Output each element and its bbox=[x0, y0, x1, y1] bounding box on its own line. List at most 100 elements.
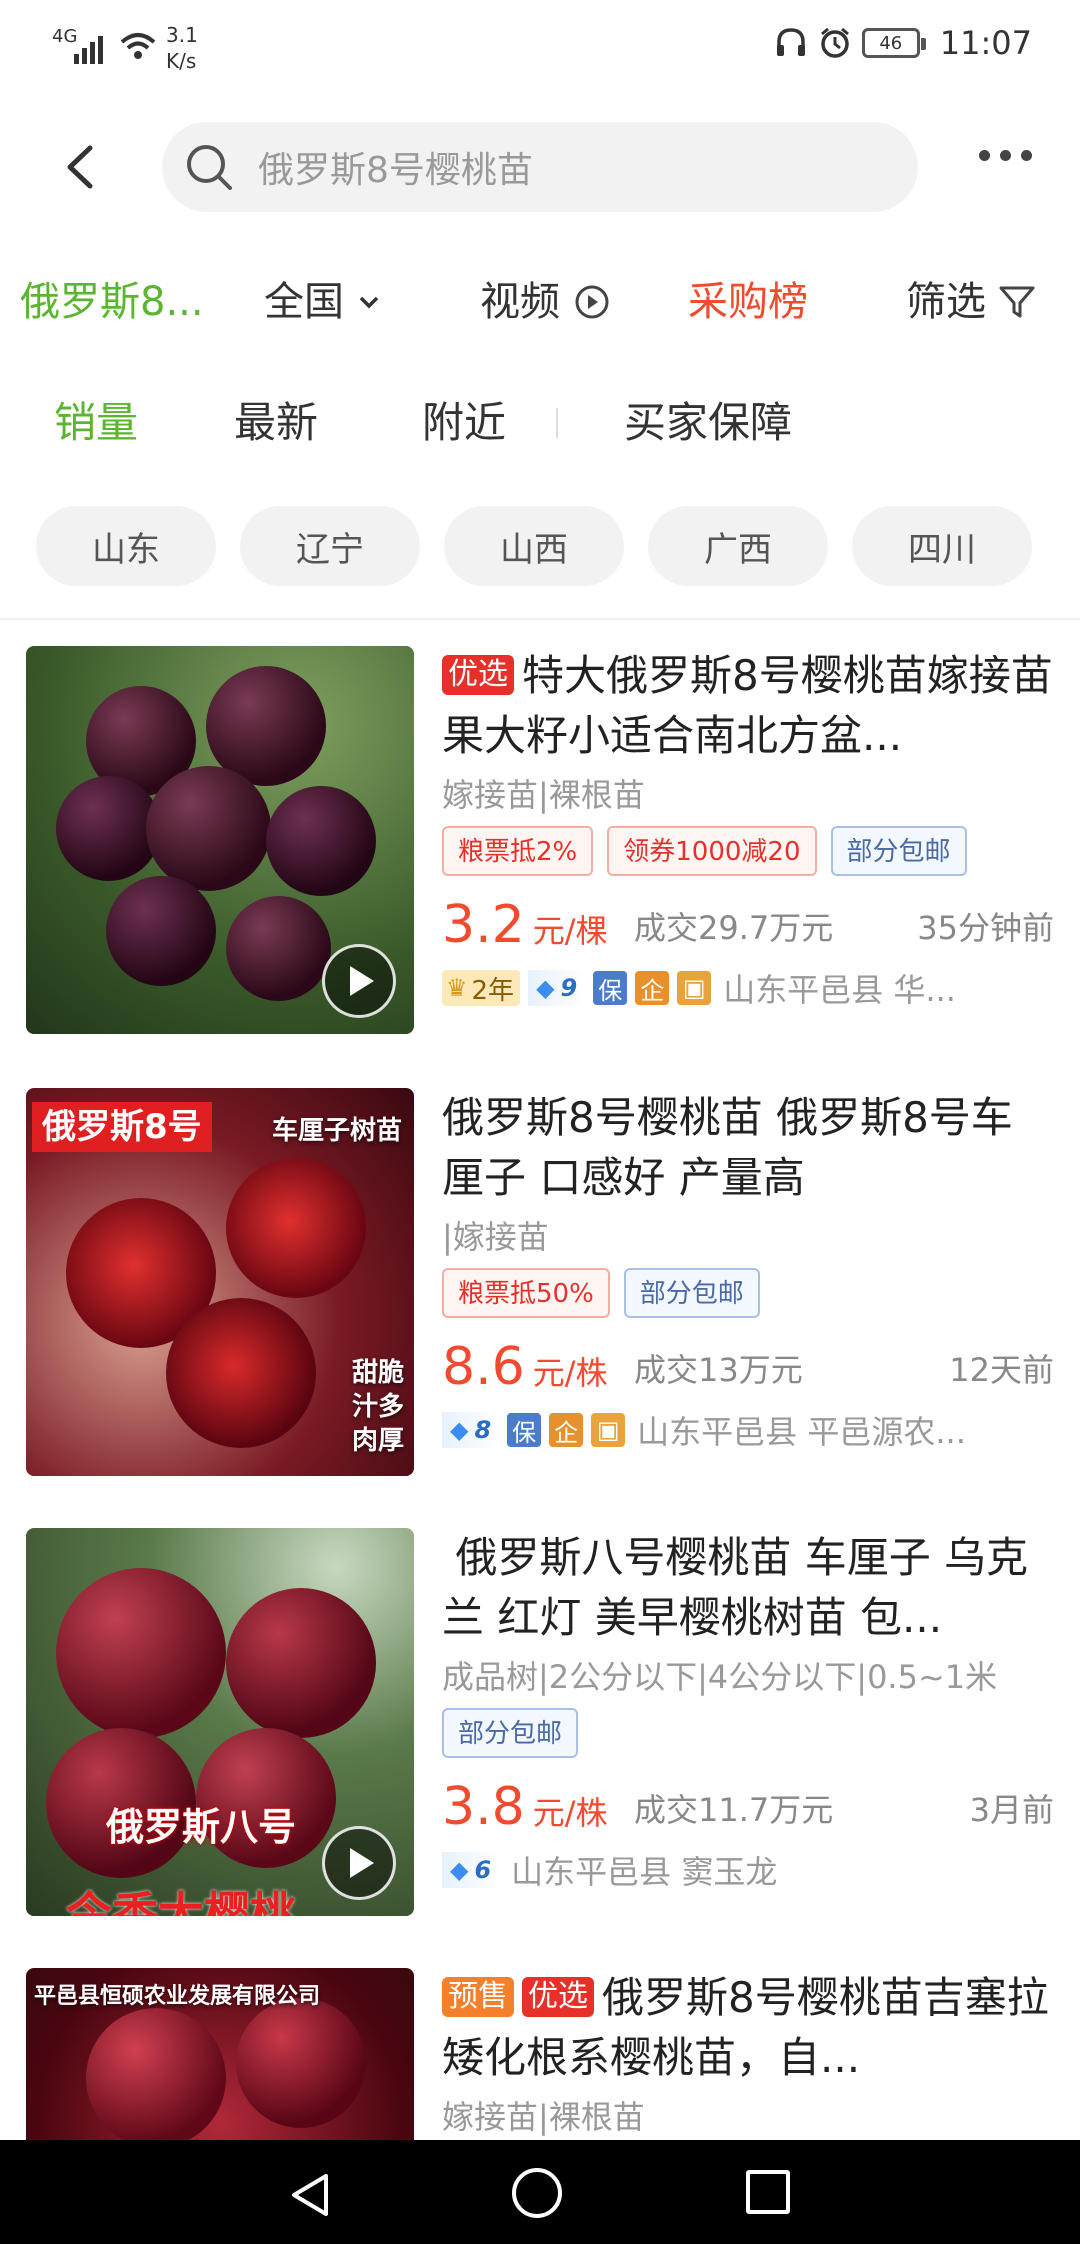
product-title: 优选 特大俄罗斯8号樱桃苗嫁接苗果大籽小适合南北方盆... bbox=[442, 646, 1054, 766]
system-nav-bar bbox=[0, 2140, 1080, 2244]
promo-badges: 部分包邮 bbox=[442, 1708, 1054, 1760]
product-spec: 嫁接苗|裸根苗 bbox=[442, 2098, 645, 2136]
product-image[interactable]: 俄罗斯八号 今香大樱桃 bbox=[26, 1528, 414, 1916]
diamond-icon: ◆ bbox=[536, 974, 555, 1002]
filter-screen[interactable]: 筛选 bbox=[906, 270, 1038, 334]
time-ago: 3月前 bbox=[969, 1791, 1054, 1829]
search-icon bbox=[187, 145, 232, 190]
guarantee-icon: 保 bbox=[507, 1413, 542, 1447]
time-ago: 12天前 bbox=[949, 1351, 1054, 1389]
nav-recents-button[interactable] bbox=[746, 2170, 790, 2214]
province-chip[interactable]: 山西 bbox=[444, 506, 624, 586]
wifi-icon bbox=[120, 33, 156, 59]
back-button[interactable] bbox=[48, 132, 118, 202]
tag-presale: 预售 bbox=[442, 1977, 514, 2017]
filter-purchase-rank[interactable]: 采购榜 bbox=[688, 270, 808, 334]
province-chips: 山东 辽宁 山西 广西 四川 bbox=[36, 506, 1032, 586]
enterprise-icon: 企 bbox=[635, 971, 670, 1005]
province-chip[interactable]: 广西 bbox=[648, 506, 828, 586]
play-video-button[interactable] bbox=[322, 944, 396, 1018]
diamond-level-badge: ◆ 8 bbox=[442, 1412, 500, 1448]
coupon-badge[interactable]: 领券1000减20 bbox=[607, 826, 817, 876]
chevron-down-icon bbox=[359, 296, 379, 309]
sort-tab-newest[interactable]: 最新 bbox=[234, 390, 318, 456]
diamond-level-badge: ◆ 9 bbox=[528, 970, 586, 1006]
promo-badges: 粮票抵50% 部分包邮 bbox=[442, 1268, 1054, 1320]
shipping-badge: 部分包邮 bbox=[623, 1268, 760, 1318]
net-speed-unit: K/s bbox=[166, 49, 197, 73]
price-unit: 元/株 bbox=[532, 1354, 608, 1392]
image-label: 俄罗斯八号 bbox=[106, 1805, 297, 1849]
more-button[interactable] bbox=[979, 150, 1032, 161]
id-verified-icon: ▣ bbox=[677, 971, 712, 1005]
province-chip[interactable]: 山东 bbox=[36, 506, 216, 586]
guarantee-icon: 保 bbox=[593, 971, 628, 1005]
price-row: 3.2 元/棵 成交29.7万元 35分钟前 bbox=[442, 890, 1054, 960]
funnel-icon bbox=[999, 286, 1035, 318]
net-speed: 3.1 K/s bbox=[166, 22, 198, 74]
nav-home-button[interactable] bbox=[512, 2168, 562, 2218]
province-chip[interactable]: 四川 bbox=[852, 506, 1032, 586]
seller-location: 山东平邑县 平邑源农... bbox=[637, 1413, 966, 1451]
clock: 11:07 bbox=[939, 24, 1032, 62]
product-spec: 成品树|2公分以下|4公分以下|0.5~1米 bbox=[442, 1658, 998, 1696]
filter-screen-label: 筛选 bbox=[906, 279, 986, 325]
price: 3.2 元/棵 bbox=[442, 890, 608, 966]
sort-tab-nearby[interactable]: 附近 bbox=[422, 390, 506, 456]
play-circle-icon bbox=[575, 285, 609, 319]
sort-tab-buyer-guarantee[interactable]: 买家保障 bbox=[624, 390, 792, 456]
diamond-icon: ◆ bbox=[450, 1416, 469, 1444]
promo-badge: 粮票抵50% bbox=[442, 1268, 610, 1318]
filter-bar: 俄罗斯8... 全国 视频 采购榜 筛选 bbox=[0, 270, 1080, 334]
sort-tabs: 销量 最新 附近 买家保障 bbox=[0, 390, 1080, 456]
price-row: 3.8 元/株 成交11.7万元 3月前 bbox=[442, 1772, 1054, 1842]
divider bbox=[0, 618, 1080, 620]
seller-location: 山东平邑县 华... bbox=[723, 971, 956, 1009]
search-bar[interactable] bbox=[162, 122, 918, 212]
promo-badge: 粮票抵2% bbox=[442, 826, 594, 876]
filter-keyword[interactable]: 俄罗斯8... bbox=[20, 270, 204, 334]
filter-video-label: 视频 bbox=[480, 279, 560, 325]
product-title: 预售 优选 俄罗斯8号樱桃苗吉塞拉矮化根系樱桃苗，自... bbox=[442, 1968, 1054, 2088]
alarm-icon bbox=[820, 27, 849, 58]
battery-icon: 46 bbox=[861, 28, 926, 58]
price-unit: 元/棵 bbox=[532, 912, 608, 950]
filter-video[interactable]: 视频 bbox=[480, 270, 612, 334]
seller-row: ◆ 8 保 企 ▣ 山东平邑县 平邑源农... bbox=[442, 1404, 1054, 1456]
product-image[interactable]: 平邑县恒硕农业发展有限公司 bbox=[26, 1968, 414, 2140]
signal-icon bbox=[74, 32, 103, 64]
product-image[interactable]: 俄罗斯8号 车厘子树苗 甜脆 汁多 肉厚 bbox=[26, 1088, 414, 1476]
tag-preferred: 优选 bbox=[442, 655, 514, 695]
nav-back-button[interactable] bbox=[286, 2170, 336, 2220]
crown-icon: ♛ bbox=[446, 974, 468, 1002]
diamond-level: 6 bbox=[474, 1856, 492, 1884]
product-title: 俄罗斯8号樱桃苗 俄罗斯8号车厘子 口感好 产量高 bbox=[442, 1093, 1013, 1202]
membership-years: 2年 bbox=[471, 975, 515, 1006]
province-chip[interactable]: 辽宁 bbox=[240, 506, 420, 586]
net-speed-value: 3.1 bbox=[166, 23, 198, 47]
search-input[interactable] bbox=[258, 122, 878, 212]
image-label: 车厘子树苗 bbox=[271, 1116, 402, 1146]
id-verified-icon: ▣ bbox=[591, 1413, 626, 1447]
image-label: 俄罗斯8号 bbox=[32, 1102, 212, 1152]
product-card[interactable]: 平邑县恒硕农业发展有限公司 预售 优选 俄罗斯8号樱桃苗吉塞拉矮化根系樱桃苗，自..… bbox=[0, 1968, 1080, 2140]
product-image[interactable] bbox=[26, 646, 414, 1034]
product-card[interactable]: 俄罗斯8号 车厘子树苗 甜脆 汁多 肉厚 俄罗斯8号樱桃苗 俄罗斯8号车厘子 口… bbox=[0, 1088, 1080, 1478]
shipping-badge: 部分包邮 bbox=[442, 1708, 579, 1758]
play-video-button[interactable] bbox=[322, 1826, 396, 1900]
image-label: 甜脆 bbox=[351, 1358, 404, 1388]
product-spec: |嫁接苗 bbox=[442, 1218, 549, 1256]
image-label: 肉厚 bbox=[351, 1426, 404, 1456]
diamond-level-badge: ◆ 6 bbox=[442, 1852, 500, 1888]
product-info: 优选 特大俄罗斯8号樱桃苗嫁接苗果大籽小适合南北方盆... 嫁接苗|裸根苗 粮票抵… bbox=[442, 646, 1054, 1014]
product-card[interactable]: 优选 特大俄罗斯8号樱桃苗嫁接苗果大籽小适合南北方盆... 嫁接苗|裸根苗 粮票抵… bbox=[0, 646, 1080, 1036]
filter-region[interactable]: 全国 bbox=[264, 270, 386, 334]
price: 8.6 元/株 bbox=[442, 1332, 608, 1408]
price-unit: 元/株 bbox=[532, 1794, 608, 1832]
enterprise-icon: 企 bbox=[549, 1413, 584, 1447]
product-card[interactable]: 俄罗斯八号 今香大樱桃 俄罗斯八号樱桃苗 车厘子 乌克兰 红灯 美早樱桃树苗 包… bbox=[0, 1528, 1080, 1918]
deal-amount: 成交13万元 bbox=[634, 1351, 803, 1389]
image-label: 今香大樱桃 bbox=[66, 1887, 296, 1916]
diamond-level: 9 bbox=[560, 974, 578, 1002]
sort-tab-sales[interactable]: 销量 bbox=[54, 390, 138, 456]
